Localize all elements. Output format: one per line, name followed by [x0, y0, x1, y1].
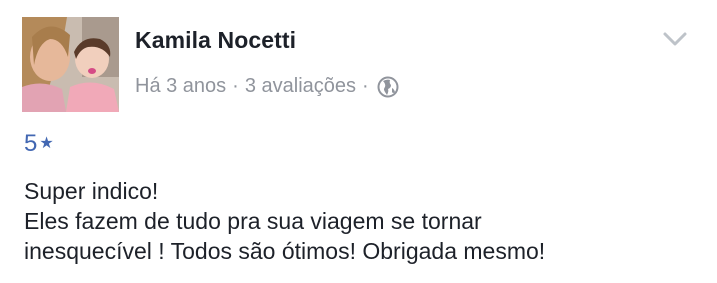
- rating: 5 ★: [24, 130, 54, 158]
- review-text-line: Super indico!: [24, 178, 159, 204]
- review-count[interactable]: 3 avaliações: [245, 75, 356, 98]
- author-name[interactable]: Kamila Nocetti: [135, 27, 296, 54]
- review-meta: Há 3 anos · 3 avaliações ·: [135, 75, 399, 98]
- review-text-line: inesquecível ! Todos são ótimos! Obrigad…: [24, 238, 546, 264]
- avatar[interactable]: [22, 17, 119, 112]
- meta-separator: ·: [232, 75, 239, 97]
- review-time[interactable]: Há 3 anos: [135, 75, 226, 98]
- globe-icon: [377, 76, 399, 97]
- star-icon: ★: [39, 135, 54, 152]
- avatar-photo: [22, 17, 119, 112]
- review-text-line: Eles fazem de tudo pra sua viagem se tor…: [24, 208, 482, 234]
- rating-value: 5: [24, 130, 38, 157]
- chevron-down-icon[interactable]: [662, 30, 688, 48]
- meta-separator: ·: [362, 75, 369, 97]
- review-text: Super indico! Eles fazem de tudo pra sua…: [24, 176, 704, 266]
